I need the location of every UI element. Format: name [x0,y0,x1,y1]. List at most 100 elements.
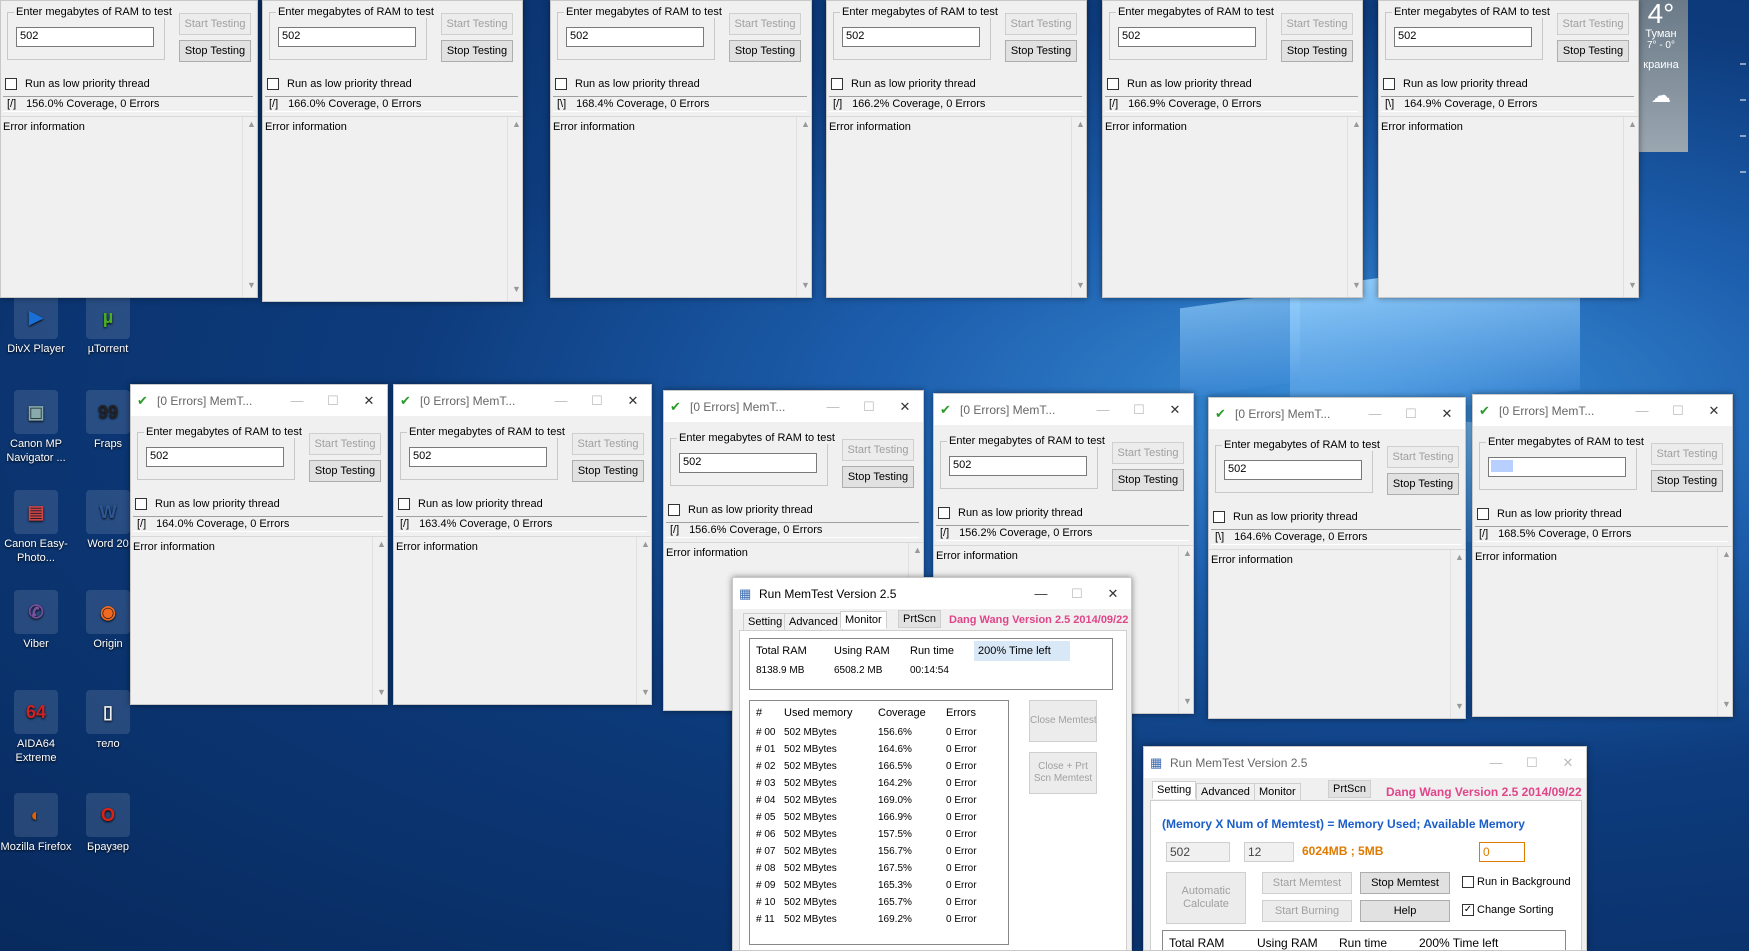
low-priority-checkbox[interactable]: Run as low priority thread [267,78,412,90]
ram-input[interactable]: 502 [16,27,154,47]
start-testing-button[interactable]: Start Testing [842,439,914,461]
minimize-icon[interactable]: — [279,393,315,408]
start-testing-button[interactable]: Start Testing [729,13,801,35]
scroll-up-icon[interactable]: ▲ [508,119,522,136]
desktop-icon[interactable]: O Браузер [72,793,144,854]
tab-setting[interactable]: Setting [1152,781,1197,799]
desktop-icon[interactable]: µ µTorrent [72,295,144,356]
close-icon[interactable]: ✕ [1550,755,1586,771]
scroll-down-icon[interactable]: ▼ [373,687,387,704]
ram-input[interactable]: 502 [566,27,704,47]
scroll-down-icon[interactable]: ▼ [1179,696,1193,713]
memory-input[interactable]: 502 [1166,842,1230,862]
start-testing-button[interactable]: Start Testing [1651,443,1723,465]
scroll-up-icon[interactable]: ▲ [1624,119,1638,136]
stop-testing-button[interactable]: Stop Testing [729,40,801,62]
vertical-scrollbar[interactable]: ▲▼ [796,117,811,297]
ram-input[interactable]: 502 [679,453,817,473]
help-button[interactable]: Help [1360,900,1450,922]
maximize-icon[interactable]: ☐ [1121,402,1157,418]
scroll-down-icon[interactable]: ▼ [637,687,651,704]
vertical-scrollbar[interactable]: ▲▼ [1623,117,1638,297]
ram-input[interactable]: 502 [1118,27,1256,47]
low-priority-checkbox[interactable]: Run as low priority thread [555,78,700,90]
desktop-icon[interactable]: ◐ Mozilla Firefox [0,793,72,854]
error-information-area[interactable]: Error information▲▼ [263,116,522,301]
scroll-down-icon[interactable]: ▼ [508,284,522,301]
prtscn-button[interactable]: PrtScn [1328,780,1372,798]
low-priority-checkbox[interactable]: Run as low priority thread [668,504,813,516]
error-information-area[interactable]: Error information▲▼ [551,116,811,297]
minimize-icon[interactable]: — [815,399,851,414]
minimize-icon[interactable]: — [543,393,579,408]
scroll-down-icon[interactable]: ▼ [1624,280,1638,297]
desktop-icon[interactable]: ▤ Canon Easy-Photo... [0,490,72,565]
maximize-icon[interactable]: ☐ [1059,586,1095,602]
close-icon[interactable]: ✕ [1429,406,1465,422]
stop-memtest-button[interactable]: Stop Memtest [1360,872,1450,894]
vertical-scrollbar[interactable]: ▲▼ [242,117,257,297]
scroll-up-icon[interactable]: ▲ [1451,552,1465,569]
error-information-area[interactable]: Error information▲▼ [1103,116,1362,297]
low-priority-checkbox[interactable]: Run as low priority thread [5,78,150,90]
stop-testing-button[interactable]: Stop Testing [1005,40,1077,62]
scroll-up-icon[interactable]: ▲ [373,539,387,556]
change-sorting-checkbox[interactable]: ✓ Change Sorting [1462,904,1553,916]
low-priority-checkbox[interactable]: Run as low priority thread [135,498,280,510]
error-information-area[interactable]: Error information▲▼ [394,536,651,704]
vertical-scrollbar[interactable]: ▲▼ [1450,550,1465,718]
scroll-up-icon[interactable]: ▲ [797,119,811,136]
start-testing-button[interactable]: Start Testing [179,13,251,35]
num-memtest-input[interactable]: 12 [1244,842,1294,862]
start-testing-button[interactable]: Start Testing [441,13,513,35]
error-information-area[interactable]: Error information▲▼ [1,116,257,297]
maximize-icon[interactable]: ☐ [1660,403,1696,419]
scroll-down-icon[interactable]: ▼ [1718,699,1732,716]
start-testing-button[interactable]: Start Testing [572,433,644,455]
scroll-down-icon[interactable]: ▼ [243,280,257,297]
weather-gadget[interactable]: 4° Туман 7° - 0° краина ☁ [1634,0,1688,152]
scroll-up-icon[interactable]: ▲ [243,119,257,136]
low-priority-checkbox[interactable]: Run as low priority thread [1213,511,1358,523]
desktop-icon[interactable]: 64 AIDA64 Extreme [0,690,72,765]
minimize-icon[interactable]: — [1357,406,1393,421]
automatic-calculate-button[interactable]: Automatic Calculate [1166,872,1246,924]
close-icon[interactable]: ✕ [615,393,651,409]
low-priority-checkbox[interactable]: Run as low priority thread [938,507,1083,519]
start-testing-button[interactable]: Start Testing [1387,446,1459,468]
minimize-icon[interactable]: — [1478,755,1514,770]
vertical-scrollbar[interactable]: ▲▼ [372,537,387,704]
vertical-scrollbar[interactable]: ▲▼ [507,117,522,301]
scroll-down-icon[interactable]: ▼ [797,280,811,297]
vertical-scrollbar[interactable]: ▲▼ [1178,546,1193,713]
vertical-scrollbar[interactable]: ▲▼ [1717,547,1732,716]
ram-input[interactable]: 502 [842,27,980,47]
ram-input[interactable]: 502 [1224,460,1362,480]
stop-testing-button[interactable]: Stop Testing [1557,40,1629,62]
stop-testing-button[interactable]: Stop Testing [179,40,251,62]
ram-input[interactable]: 502 [949,456,1087,476]
vertical-scrollbar[interactable]: ▲▼ [1347,117,1362,297]
ram-input[interactable]: 502 [278,27,416,47]
error-information-area[interactable]: Error information▲▼ [827,116,1086,297]
desktop-icon[interactable]: ✆ Viber [0,590,72,651]
scroll-down-icon[interactable]: ▼ [1348,280,1362,297]
start-testing-button[interactable]: Start Testing [1112,442,1184,464]
extra-input[interactable]: 0 [1479,842,1525,862]
ram-input[interactable]: 502 [146,447,284,467]
run-in-background-checkbox[interactable]: Run in Background [1462,876,1571,888]
start-memtest-button[interactable]: Start Memtest [1262,872,1352,894]
close-icon[interactable]: ✕ [1696,403,1732,419]
close-icon[interactable]: ✕ [1157,402,1193,418]
start-testing-button[interactable]: Start Testing [1281,13,1353,35]
start-testing-button[interactable]: Start Testing [1005,13,1077,35]
low-priority-checkbox[interactable]: Run as low priority thread [831,78,976,90]
stop-testing-button[interactable]: Stop Testing [1112,469,1184,491]
maximize-icon[interactable]: ☐ [1514,755,1550,771]
scroll-up-icon[interactable]: ▲ [909,545,923,562]
scroll-down-icon[interactable]: ▼ [1072,280,1086,297]
ram-input[interactable]: 502 [409,447,547,467]
error-information-area[interactable]: Error information▲▼ [1379,116,1638,297]
tab-advanced[interactable]: Advanced [784,613,843,631]
desktop-icon[interactable]: ▶ DivX Player [0,295,72,356]
